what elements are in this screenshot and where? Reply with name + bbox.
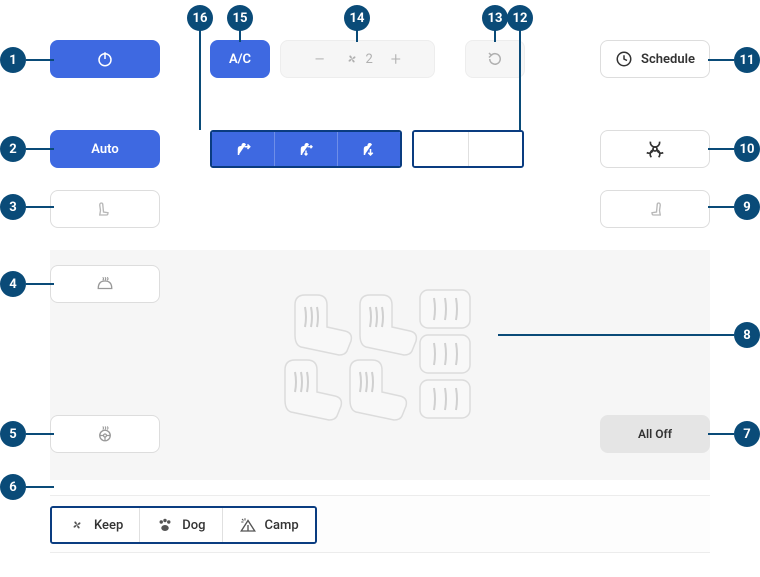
paw-icon (156, 516, 174, 534)
modes-area: Keep Dog Camp (50, 495, 710, 553)
fan-minus-icon[interactable]: − (314, 47, 325, 71)
steering-wheel-heat-button[interactable] (50, 415, 160, 453)
fan-icon (343, 50, 361, 68)
callout-15: 15 (227, 5, 253, 31)
callout-8: 8 (734, 322, 760, 348)
fan-plus-icon[interactable]: + (391, 49, 401, 70)
ac-label: A/C (229, 52, 251, 67)
airflow-feet-icon (360, 140, 378, 158)
windshield-heat-icon (96, 275, 114, 293)
keep-label: Keep (94, 518, 123, 533)
fan-speed-control[interactable]: − 2 + (280, 40, 435, 78)
airflow-feet-button[interactable] (338, 132, 400, 166)
ac-button[interactable]: A/C (210, 40, 270, 78)
defrost-group (412, 130, 524, 168)
callout-13: 13 (482, 5, 508, 31)
callout-10: 10 (734, 136, 760, 162)
front-defrost-button[interactable] (414, 132, 469, 166)
biohazard-button[interactable] (600, 130, 710, 168)
seat-right-icon (646, 200, 664, 218)
callout-6: 6 (0, 474, 26, 500)
schedule-button[interactable]: Schedule (600, 40, 710, 78)
callout-7: 7 (734, 421, 760, 447)
all-off-button[interactable]: All Off (600, 415, 710, 453)
callout-11: 11 (734, 47, 760, 73)
clock-icon (615, 50, 633, 68)
airflow-face-feet-icon (297, 140, 315, 158)
all-off-label: All Off (638, 427, 672, 441)
dog-label: Dog (182, 518, 205, 533)
callout-1: 1 (0, 47, 26, 73)
biohazard-icon (644, 138, 666, 160)
callout-12: 12 (507, 5, 533, 31)
fan-icon (68, 516, 86, 534)
callout-14: 14 (344, 5, 370, 31)
seat-left-icon (96, 200, 114, 218)
rear-defrost-button[interactable] (469, 132, 523, 166)
airflow-face-button[interactable] (212, 132, 275, 166)
seat-diagram[interactable] (265, 280, 495, 450)
steering-wheel-heat-icon (96, 425, 114, 443)
power-button[interactable] (50, 40, 160, 78)
callout-3: 3 (0, 194, 26, 220)
recirculate-button[interactable] (465, 40, 525, 78)
camp-mode-button[interactable]: Camp (223, 508, 315, 542)
auto-button[interactable]: Auto (50, 130, 160, 168)
rear-defrost-icon (486, 140, 504, 158)
right-seat-heat-button[interactable] (600, 190, 710, 228)
callout-9: 9 (734, 194, 760, 220)
cabin-area: All Off (50, 250, 710, 480)
dog-mode-button[interactable]: Dog (140, 508, 222, 542)
camp-icon (239, 516, 257, 534)
keep-mode-button[interactable]: Keep (52, 508, 140, 542)
camp-label: Camp (265, 518, 299, 533)
auto-label: Auto (91, 142, 118, 157)
airflow-direction-group (210, 130, 402, 168)
climate-modes-group: Keep Dog Camp (50, 506, 317, 544)
front-defrost-icon (432, 140, 450, 158)
callout-4: 4 (0, 271, 26, 297)
airflow-face-feet-button[interactable] (275, 132, 338, 166)
recirculate-icon (486, 50, 504, 68)
left-seat-heat-button[interactable] (50, 190, 160, 228)
windshield-wiper-heat-button[interactable] (50, 265, 160, 303)
airflow-face-icon (234, 140, 252, 158)
callout-2: 2 (0, 136, 26, 162)
schedule-label: Schedule (641, 52, 695, 67)
power-icon (96, 50, 114, 68)
callout-5: 5 (0, 421, 26, 447)
fan-speed-value: 2 (365, 52, 372, 67)
callout-16: 16 (187, 5, 213, 31)
